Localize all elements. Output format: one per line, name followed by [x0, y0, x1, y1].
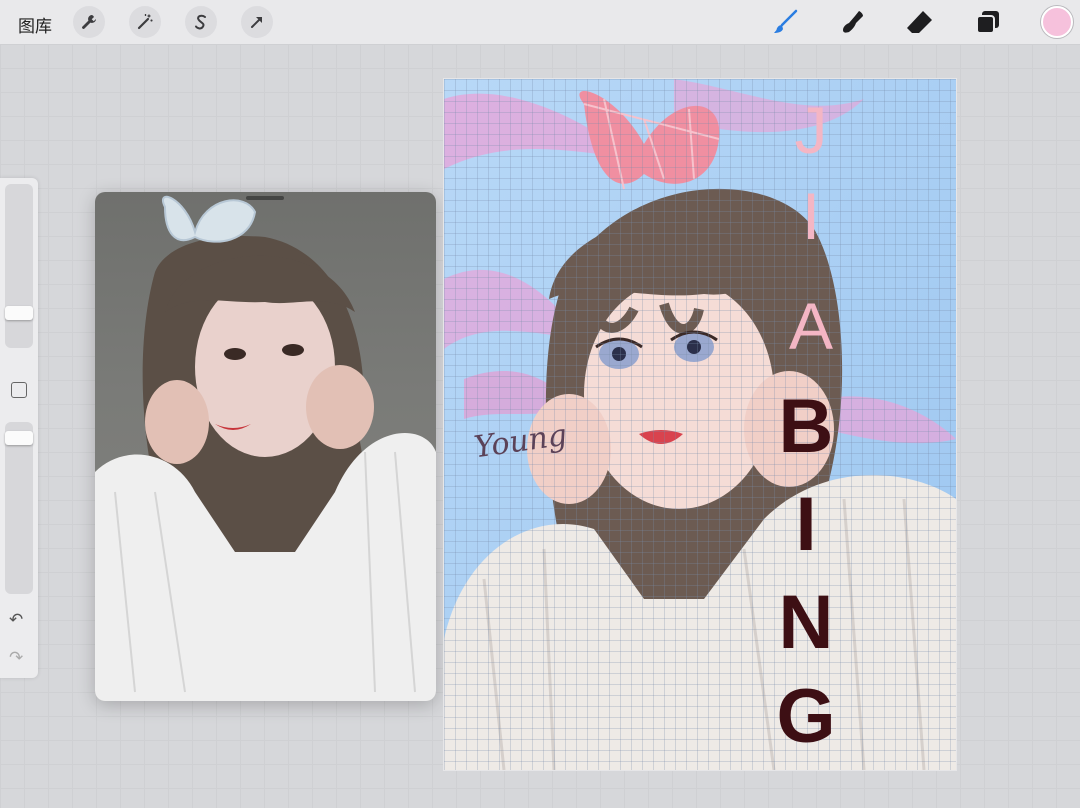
- title-letter-j: J: [794, 93, 828, 167]
- artwork-canvas[interactable]: Young J I A B I N G: [443, 78, 957, 771]
- reference-window[interactable]: [95, 192, 436, 701]
- brush-size-thumb[interactable]: [5, 306, 33, 320]
- title-letter-b: B: [778, 384, 834, 469]
- actions-wrench-icon[interactable]: [73, 6, 105, 38]
- title-letter-i: I: [801, 179, 821, 253]
- color-picker[interactable]: [1041, 6, 1073, 38]
- title-letter-i2: I: [795, 482, 817, 567]
- title-letter-a: A: [788, 289, 834, 363]
- left-sidebar: ↶ ↷: [0, 178, 38, 678]
- title-letter-n: N: [778, 580, 834, 665]
- brush-icon[interactable]: [769, 6, 801, 38]
- selection-icon[interactable]: [185, 6, 217, 38]
- modify-button[interactable]: [11, 382, 27, 398]
- title-letter-g: G: [776, 674, 836, 759]
- reference-drag-handle[interactable]: [246, 196, 284, 200]
- opacity-thumb[interactable]: [5, 431, 33, 445]
- redo-icon[interactable]: ↷: [9, 648, 23, 668]
- reference-photo: [95, 195, 436, 701]
- gallery-button[interactable]: 图库: [18, 12, 52, 37]
- eraser-icon[interactable]: [904, 6, 936, 38]
- transform-arrow-icon[interactable]: [241, 6, 273, 38]
- adjustments-magic-wand-icon[interactable]: [129, 6, 161, 38]
- top-toolbar: 图库: [0, 0, 1080, 44]
- opacity-slider[interactable]: [5, 422, 33, 594]
- brush-size-slider[interactable]: [5, 184, 33, 348]
- undo-icon[interactable]: ↶: [9, 610, 23, 630]
- layers-icon[interactable]: [972, 6, 1004, 38]
- smudge-icon[interactable]: [837, 6, 869, 38]
